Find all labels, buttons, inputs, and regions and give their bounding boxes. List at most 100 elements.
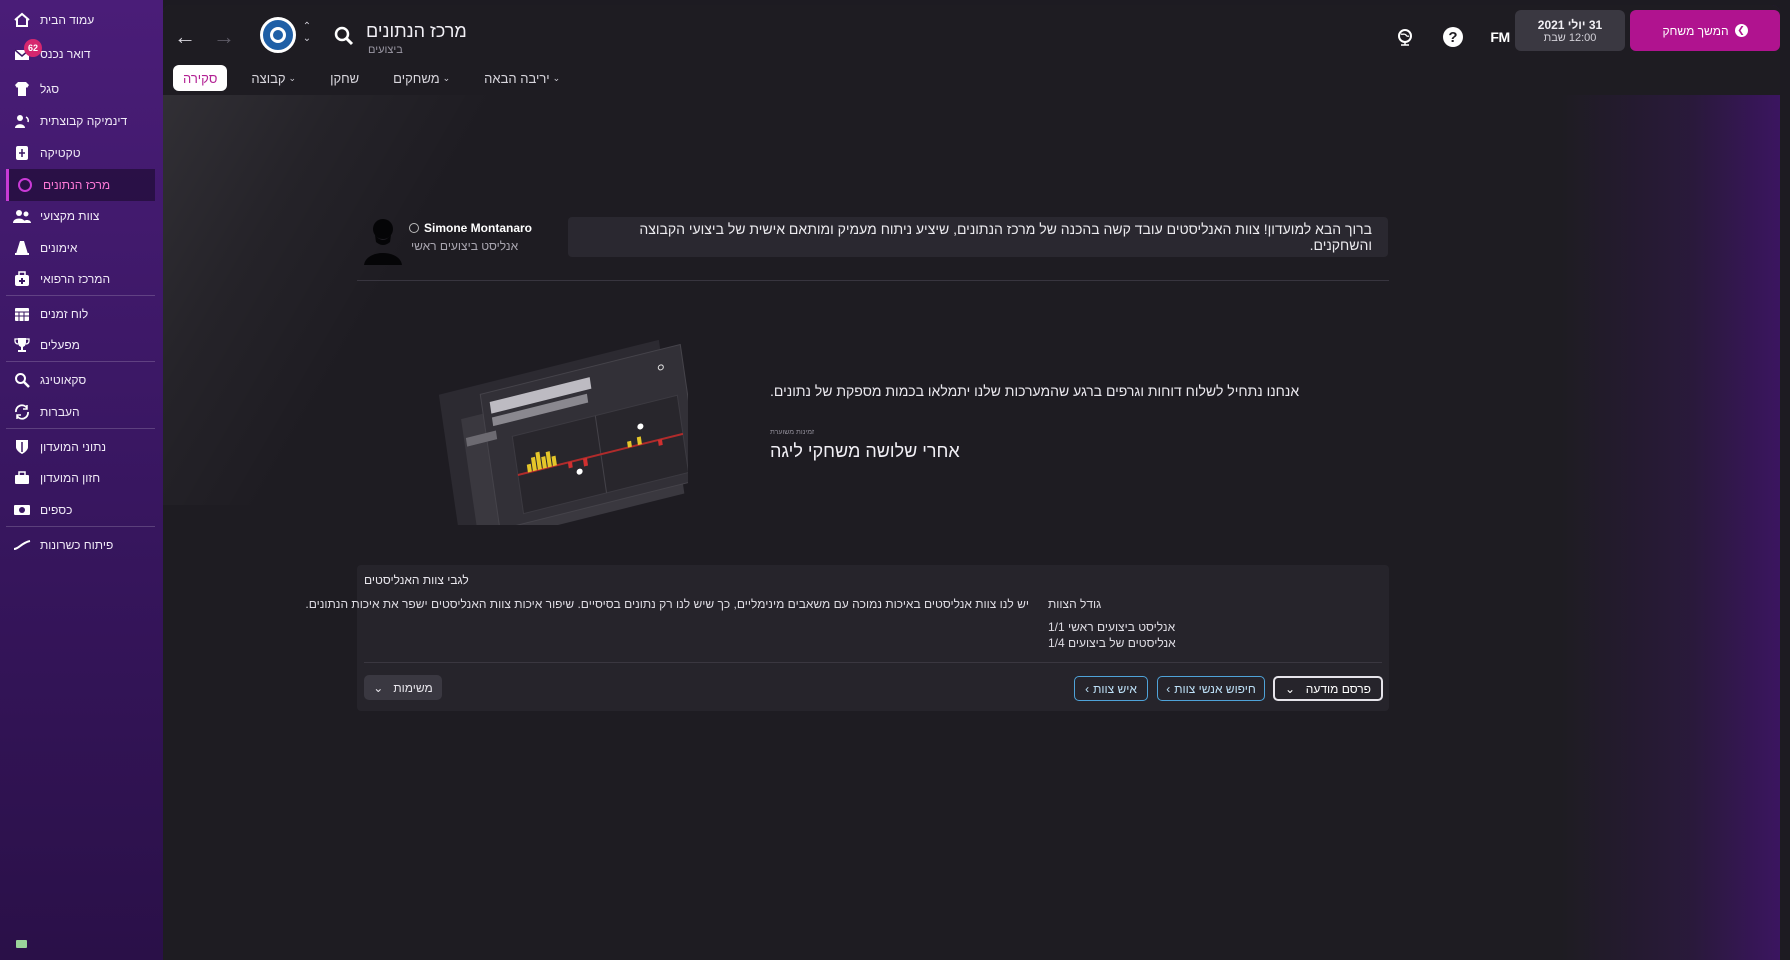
tab-player[interactable]: שחקן <box>320 65 369 91</box>
sidebar-item-transfers[interactable]: העברות <box>6 396 155 428</box>
shirt-icon <box>12 79 32 99</box>
club-switch-chevrons-icon[interactable]: ⌃ ⌄ <box>300 21 314 51</box>
main-panel: ← → ⌃ ⌄ מרכז הנתונים ביצועים סקירה קבוצה ⌄… <box>163 5 1780 960</box>
date-display[interactable]: 31 יולי 2021 12:00 שבת <box>1515 10 1625 51</box>
world-globe-icon[interactable] <box>1393 25 1417 49</box>
sidebar-item-label: נתוני המועדון <box>40 440 107 454</box>
tab-matches[interactable]: משחקים ⌄ <box>383 65 460 91</box>
sidebar-item-club-vision[interactable]: חזון המועדון <box>6 462 155 494</box>
top-bar: ← → ⌃ ⌄ מרכז הנתונים ביצועים סקירה קבוצה ⌄… <box>163 5 1780 95</box>
continue-button[interactable]: ❯ המשך משחק <box>1630 10 1780 51</box>
forward-arrow-icon[interactable]: → <box>210 23 238 51</box>
sidebar-item-label: טקטיקה <box>40 146 81 160</box>
sidebar-item-inbox[interactable]: דואר נכנס 62 <box>6 38 155 70</box>
tab-overview[interactable]: סקירה <box>173 65 228 91</box>
sidebar-item-schedule[interactable]: לוח זמנים <box>6 298 155 330</box>
tasks-button[interactable]: משימות ⌄ <box>364 675 442 700</box>
home-icon <box>12 10 32 30</box>
sidebar-item-home[interactable]: עמוד הבית <box>6 4 155 36</box>
panel-title: לגבי צוות האנליסטים <box>364 573 469 587</box>
sidebar-item-talent-development[interactable]: פיתוח כשרונות <box>6 529 155 561</box>
panel-divider <box>364 662 1382 663</box>
page-title: מרכז הנתונים <box>366 21 467 41</box>
tactics-board-icon <box>12 143 32 163</box>
background-gradient <box>1560 5 1780 960</box>
status-indicator-icon[interactable] <box>16 940 27 948</box>
sidebar-item-club-info[interactable]: נתוני המועדון <box>6 431 155 463</box>
welcome-message: ברוך הבא למועדון! צוות האנליסטים עובד קש… <box>568 217 1388 257</box>
tab-label: שחקן <box>330 70 360 86</box>
club-shield-icon <box>12 437 32 457</box>
section-divider <box>357 280 1389 281</box>
tab-team[interactable]: קבוצה ⌄ <box>241 65 306 91</box>
dynamics-icon <box>12 111 32 131</box>
search-staff-button-label: חיפוש אנשי צוות <box>1174 681 1256 696</box>
team-size-row: אנליסטים של ביצועים 1/4 <box>1048 636 1176 650</box>
sidebar-item-label: עמוד הבית <box>40 13 95 27</box>
sidebar-item-label: לוח זמנים <box>40 307 89 321</box>
sidebar-divider <box>6 428 155 429</box>
tab-label: סקירה <box>183 70 218 86</box>
sidebar-item-tactics[interactable]: טקטיקה <box>6 137 155 169</box>
team-size-row: אנליסט ביצועים ראשי 1/1 <box>1048 620 1176 634</box>
analyst-name[interactable]: Simone Montanaro <box>409 221 532 235</box>
current-date: 31 יולי 2021 <box>1537 17 1603 32</box>
money-icon <box>12 500 32 520</box>
briefcase-icon <box>12 468 32 488</box>
sidebar-item-squad[interactable]: סגל <box>6 73 155 105</box>
current-time: 12:00 שבת <box>1543 31 1597 44</box>
reports-illustration <box>428 335 701 545</box>
eta-value: אחרי שלושה משחקי ליגה <box>770 441 960 461</box>
fm-logo[interactable]: FM <box>1488 25 1512 49</box>
sidebar-item-label: דואר נכנס <box>40 47 91 61</box>
sidebar-item-medical[interactable]: המרכז הרפואי <box>6 263 155 295</box>
back-arrow-icon[interactable]: ← <box>171 23 199 51</box>
search-icon[interactable] <box>333 25 355 47</box>
data-hub-icon <box>15 175 35 195</box>
analyst-role: אנליסט ביצועים ראשי <box>411 239 519 253</box>
sidebar-item-label: מרכז הנתונים <box>43 178 111 192</box>
eta-label: זמינות משוערת <box>770 429 815 436</box>
sidebar-item-label: מפעלים <box>40 338 80 352</box>
tab-bar: סקירה קבוצה ⌄ שחקן משחקים ⌄ יריבה הבאה ⌄ <box>173 65 570 91</box>
tab-label: קבוצה <box>251 70 286 86</box>
sidebar-divider <box>6 295 155 296</box>
tab-next-opponent[interactable]: יריבה הבאה ⌄ <box>474 65 570 91</box>
tab-label: משחקים <box>393 70 440 86</box>
calendar-icon <box>12 304 32 324</box>
analyst-name-text: Simone Montanaro <box>424 221 533 235</box>
sidebar-item-label: פיתוח כשרונות <box>40 538 114 552</box>
advertise-dropdown[interactable]: פרסם מודעה ⌄ <box>1273 676 1383 701</box>
sidebar-item-label: צוות מקצועי <box>40 209 100 223</box>
sidebar-item-label: חזון המועדון <box>40 471 101 485</box>
sidebar-item-scouting[interactable]: סקאוטינג <box>6 364 155 396</box>
sidebar-item-label: סקאוטינג <box>40 373 87 387</box>
chevron-down-icon: ⌄ <box>442 72 451 83</box>
team-description: יש לנו צוות אנליסטים באיכות נמוכה עם משא… <box>305 597 1029 611</box>
search-staff-button[interactable]: חיפוש אנשי צוות › <box>1157 676 1265 701</box>
sidebar-divider <box>6 361 155 362</box>
chevron-down-icon: ⌄ <box>373 680 384 695</box>
sidebar-divider <box>6 526 155 527</box>
help-icon[interactable]: ? <box>1443 27 1463 47</box>
sidebar-item-finances[interactable]: כספים <box>6 494 155 526</box>
sidebar-item-label: המרכז הרפואי <box>40 272 111 286</box>
avatar[interactable] <box>360 215 406 265</box>
chevron-right-icon: › <box>1166 681 1171 696</box>
sidebar-item-competitions[interactable]: מפעלים <box>6 329 155 361</box>
club-badge-icon[interactable] <box>260 17 296 53</box>
staff-member-button[interactable]: איש צוות › <box>1074 676 1148 701</box>
sidebar-item-label: כספים <box>40 503 73 517</box>
unread-count-badge: 62 <box>24 39 42 57</box>
growth-chart-icon <box>12 535 32 555</box>
sidebar-item-training[interactable]: אימונים <box>6 232 155 264</box>
sidebar-item-staff[interactable]: צוות מקצועי <box>6 200 155 232</box>
sidebar-item-dynamics[interactable]: דינמיקה קבוצתית <box>6 105 155 137</box>
scouting-magnifier-icon <box>12 370 32 390</box>
chevron-down-icon: ⌄ <box>288 72 297 83</box>
sidebar-item-data-hub[interactable]: מרכז הנתונים <box>6 169 155 201</box>
sidebar-item-label: אימונים <box>40 241 78 255</box>
tab-label: יריבה הבאה <box>484 70 550 86</box>
medical-kit-icon <box>12 269 32 289</box>
team-size-label: גודל הצוות <box>1048 597 1102 611</box>
